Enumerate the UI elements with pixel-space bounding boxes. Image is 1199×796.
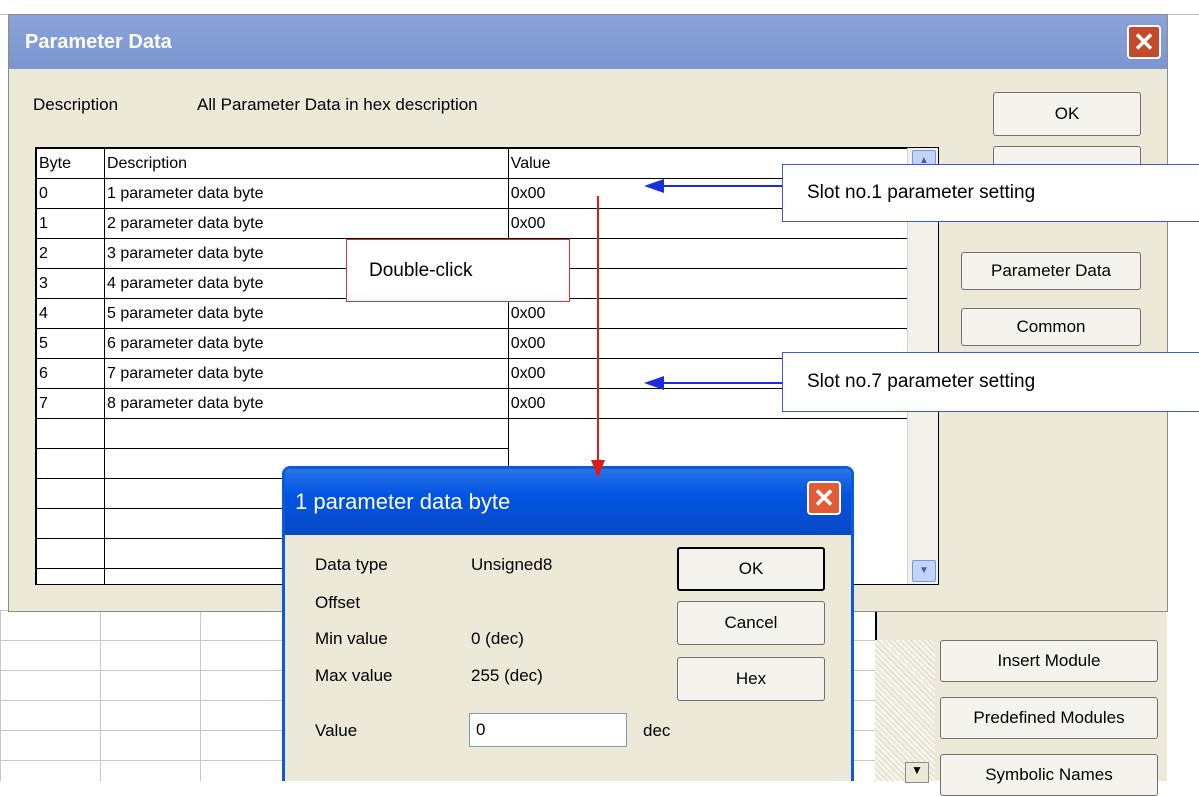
table-header-row: Byte Description Value: [36, 148, 908, 179]
value-input[interactable]: [469, 713, 627, 747]
background-scrollbar[interactable]: [875, 640, 935, 781]
double-click-annotation: Double-click: [346, 239, 570, 302]
table-row[interactable]: 1 2 parameter data byte 0x00: [36, 208, 908, 239]
byte-cell: 2: [36, 238, 105, 269]
sub-dialog-title-bar: 1 parameter data byte: [285, 469, 851, 535]
hex-button[interactable]: Hex: [677, 657, 825, 701]
background-top-strip: [0, 0, 1199, 15]
description-cell: 5 parameter data byte: [103, 298, 509, 329]
parameter-byte-dialog: 1 parameter data byte ✕ Data type Unsign…: [282, 466, 854, 781]
offset-label: Offset: [315, 593, 361, 612]
symbolic-names-button[interactable]: Symbolic Names: [940, 754, 1158, 796]
max-value: 255 (dec): [471, 666, 543, 685]
max-value-label: Max value: [315, 666, 393, 685]
data-type-value: Unsigned8: [471, 555, 553, 574]
byte-cell: 7: [36, 388, 105, 419]
description-label: Description: [33, 95, 119, 114]
byte-cell: 5: [36, 328, 105, 359]
byte-cell: 3: [36, 268, 105, 299]
close-icon[interactable]: ✕: [1127, 25, 1161, 59]
common-button[interactable]: Common: [961, 308, 1141, 346]
description-cell: 6 parameter data byte: [103, 328, 509, 359]
dialog-title: Parameter Data: [25, 30, 172, 53]
table-row[interactable]: 4 5 parameter data byte 0x00: [36, 298, 908, 329]
table-row[interactable]: 7 8 parameter data byte 0x00: [36, 388, 908, 419]
min-value: 0 (dec): [471, 629, 524, 648]
empty-row: [36, 418, 909, 449]
slot7-annotation: Slot no.7 parameter setting: [782, 352, 1199, 412]
description-cell: 2 parameter data byte: [103, 208, 509, 239]
ok-button[interactable]: OK: [677, 547, 825, 591]
insert-module-button[interactable]: Insert Module: [940, 640, 1158, 682]
predefined-modules-button[interactable]: Predefined Modules: [940, 697, 1158, 739]
description-cell: 7 parameter data byte: [103, 358, 509, 389]
table-row[interactable]: 6 7 parameter data byte 0x00: [36, 358, 908, 389]
byte-cell: 6: [36, 358, 105, 389]
value-cell[interactable]: 0x00: [507, 298, 908, 329]
description-cell: 1 parameter data byte: [103, 178, 509, 209]
cancel-button[interactable]: Cancel: [677, 601, 825, 645]
data-type-label: Data type: [315, 555, 388, 574]
value-unit: dec: [643, 721, 671, 740]
dialog-title-bar: Parameter Data: [9, 15, 1167, 69]
slot1-annotation: Slot no.1 parameter setting: [782, 164, 1199, 222]
parameter-data-button[interactable]: Parameter Data: [961, 252, 1141, 290]
min-value-label: Min value: [315, 629, 388, 648]
scroll-down-icon[interactable]: ▼: [905, 762, 929, 783]
header-byte: Byte: [36, 148, 105, 179]
scroll-down-icon[interactable]: ▼: [912, 560, 936, 582]
header-description: Description: [103, 148, 509, 179]
description-value: All Parameter Data in hex description: [197, 95, 478, 114]
description-cell: 8 parameter data byte: [103, 388, 509, 419]
byte-cell: 4: [36, 298, 105, 329]
table-row[interactable]: 5 6 parameter data byte 0x00: [36, 328, 908, 359]
byte-cell: 1: [36, 208, 105, 239]
ok-button[interactable]: OK: [993, 92, 1141, 136]
close-icon[interactable]: ✕: [807, 481, 841, 515]
value-label: Value: [315, 721, 358, 740]
sub-dialog-title: 1 parameter data byte: [295, 489, 511, 514]
byte-cell: 0: [36, 178, 105, 209]
table-row[interactable]: 0 1 parameter data byte 0x00: [36, 178, 908, 209]
